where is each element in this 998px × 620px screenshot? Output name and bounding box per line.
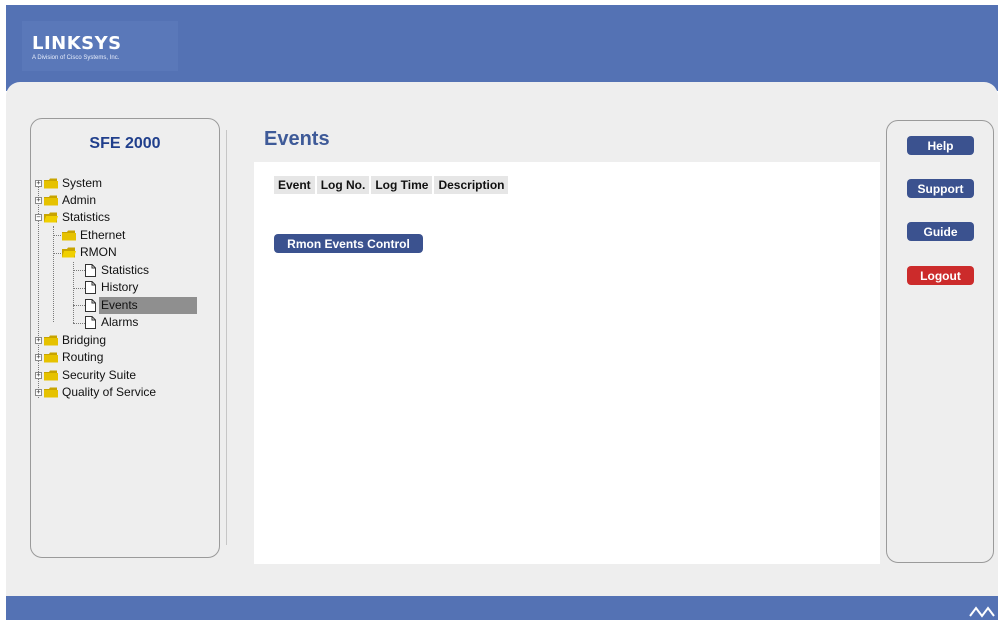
tree-label: Routing <box>62 350 104 364</box>
page-title: Events <box>264 128 330 150</box>
main-panel: Event Log No. Log Time Description Rmon … <box>254 162 880 564</box>
folder-icon <box>44 370 58 381</box>
tree-item-security-suite[interactable]: + Security Suite <box>35 367 138 384</box>
tree-label: Bridging <box>62 333 107 347</box>
column-header-log-no: Log No. <box>316 176 370 194</box>
page-icon <box>85 264 96 277</box>
tree-item-admin[interactable]: + Admin <box>35 192 98 209</box>
events-table-header: Event Log No. Log Time Description <box>274 176 509 194</box>
open-folder-icon <box>44 212 58 223</box>
navigation-tree: + System + Admin − Statistics Ethernet R… <box>31 119 219 557</box>
tree-label: System <box>62 176 103 190</box>
navigation-panel: SFE 2000 + System + Admin − Statistics E… <box>30 118 220 558</box>
folder-icon <box>62 230 76 241</box>
tree-item-events[interactable]: Events <box>85 297 197 314</box>
logout-button[interactable]: Logout <box>907 266 974 285</box>
tree-item-history[interactable]: History <box>85 279 140 296</box>
header-band: LINKSYS A Division of Cisco Systems, Inc… <box>6 5 998 91</box>
footer-band <box>6 596 998 620</box>
column-header-description: Description <box>434 176 509 194</box>
tree-item-quality-of-service[interactable]: + Quality of Service <box>35 384 158 401</box>
tree-item-rmon-statistics[interactable]: Statistics <box>85 262 151 279</box>
help-panel: Help Support Guide Logout <box>886 120 994 563</box>
guide-button[interactable]: Guide <box>907 222 974 241</box>
folder-icon <box>44 387 58 398</box>
tree-item-alarms[interactable]: Alarms <box>85 314 140 331</box>
tree-label: Events <box>99 297 197 314</box>
tree-label: History <box>101 280 139 294</box>
expand-icon[interactable]: + <box>35 337 42 344</box>
collapse-icon[interactable]: − <box>35 214 42 221</box>
help-button[interactable]: Help <box>907 136 974 155</box>
tree-item-routing[interactable]: + Routing <box>35 349 105 366</box>
page-icon <box>85 316 96 329</box>
logo-tagline: A Division of Cisco Systems, Inc. <box>32 55 120 61</box>
tree-item-system[interactable]: + System <box>35 175 104 192</box>
support-button[interactable]: Support <box>907 179 974 198</box>
tree-item-rmon[interactable]: RMON <box>62 244 119 261</box>
expand-icon[interactable]: + <box>35 372 42 379</box>
folder-icon <box>44 335 58 346</box>
tree-label: RMON <box>80 245 117 259</box>
tree-label: Statistics <box>62 210 111 224</box>
tree-label: Security Suite <box>62 368 137 382</box>
column-header-log-time: Log Time <box>371 176 433 194</box>
page-icon <box>85 281 96 294</box>
logo-wordmark: LINKSYS <box>32 33 122 54</box>
cisco-logo-icon <box>969 606 995 618</box>
linksys-logo: LINKSYS A Division of Cisco Systems, Inc… <box>22 21 178 71</box>
page-icon <box>85 299 96 312</box>
open-folder-icon <box>62 247 76 258</box>
expand-icon[interactable]: + <box>35 197 42 204</box>
panel-divider <box>226 130 227 545</box>
folder-icon <box>44 352 58 363</box>
expand-icon[interactable]: + <box>35 389 42 396</box>
rmon-events-control-button[interactable]: Rmon Events Control <box>274 234 423 253</box>
tree-label: Alarms <box>101 315 139 329</box>
tree-item-ethernet[interactable]: Ethernet <box>62 227 127 244</box>
tree-label: Statistics <box>101 263 150 277</box>
tree-item-statistics[interactable]: − Statistics <box>35 209 112 226</box>
tree-label: Quality of Service <box>62 385 157 399</box>
folder-icon <box>44 195 58 206</box>
tree-item-bridging[interactable]: + Bridging <box>35 332 108 349</box>
expand-icon[interactable]: + <box>35 180 42 187</box>
tree-label: Ethernet <box>80 228 126 242</box>
column-header-event: Event <box>274 176 315 194</box>
tree-label: Admin <box>62 193 97 207</box>
expand-icon[interactable]: + <box>35 354 42 361</box>
folder-icon <box>44 178 58 189</box>
